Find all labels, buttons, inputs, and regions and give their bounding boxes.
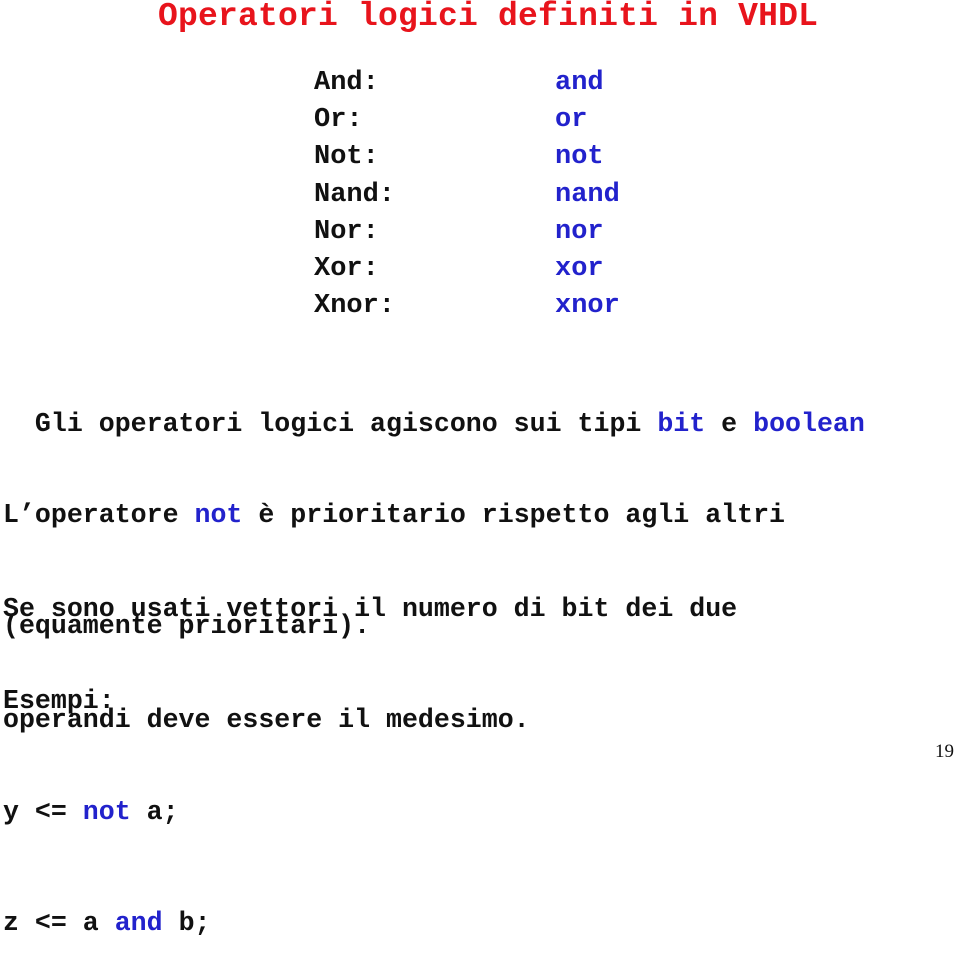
operator-keyword: and [555,68,604,98]
example-1-keyword: not [82,797,131,827]
example-1: y <= not a; [3,794,211,831]
examples-block: Esempi: y <= not a; z <= a and b; [3,609,211,979]
operator-row-nor: Nor: nor [314,215,654,252]
operator-keyword: xnor [555,291,620,322]
operator-name: Or: [314,105,363,136]
slide-title: Operatori logici definiti in VHDL [158,0,819,35]
example-2: z <= a and b; [3,905,211,942]
operator-keyword: not [555,142,604,173]
operator-table: And: and Or: or Not: not Nand: nand Nor:… [314,66,654,326]
operator-name: Not: [314,142,379,173]
operator-name: Xnor: [314,291,396,322]
operator-name: Xor: [314,253,379,284]
operator-row-nand: Nand: nand [314,178,654,215]
operator-row-not: Not: not [314,140,654,177]
operator-keyword: or [555,105,588,136]
operator-row-xnor: Xnor: xnor [314,289,654,326]
operator-row-or: Or: or [314,103,654,140]
operator-name: Nand: [314,179,396,210]
example-2-rhs: b; [162,908,211,938]
operator-keyword: nor [555,216,604,247]
example-1-rhs: a; [130,797,179,827]
example-1-lhs: y <= [3,797,83,827]
example-2-lhs: z <= a [3,908,115,938]
examples-heading: Esempi: [3,686,115,716]
operator-row-xor: Xor: xor [314,252,654,289]
page-number: 19 [935,741,954,762]
operator-name: And: [314,68,379,98]
example-2-keyword: and [114,908,163,938]
operator-keyword: xor [555,253,604,284]
operator-row-and: And: and [314,66,654,103]
operator-keyword: nand [555,179,620,210]
operator-name: Nor: [314,216,379,247]
